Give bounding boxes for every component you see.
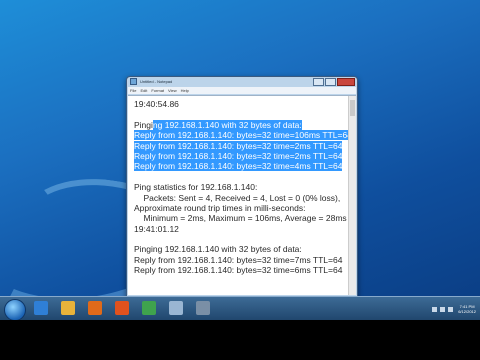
selected-text: Reply from 192.168.1.140: bytes=32 time=… [134, 161, 343, 172]
ie-icon[interactable] [34, 301, 48, 315]
notepad-icon [130, 78, 137, 85]
minimize-button[interactable] [313, 78, 324, 86]
text-line: Pinging 192.168.1.140 with 32 bytes of d… [134, 244, 302, 255]
scrollbar-thumb[interactable] [350, 100, 355, 116]
clock[interactable]: 7:41 PM 6/12/2012 [458, 304, 476, 314]
text-line: Reply from 192.168.1.140: bytes=32 time=… [134, 140, 352, 151]
selected-text: ng 192.168.1.140 with 32 bytes of data: [152, 119, 302, 130]
selected-text: Reply from 192.168.1.140: bytes=32 time=… [134, 150, 343, 161]
menu-bar: File Edit Format View Help [128, 87, 356, 94]
close-button[interactable] [337, 78, 355, 86]
menu-file[interactable]: File [130, 88, 136, 93]
menu-edit[interactable]: Edit [140, 88, 147, 93]
menu-help[interactable]: Help [181, 88, 189, 93]
explorer-icon[interactable] [61, 301, 75, 315]
text-line: Reply from 192.168.1.140: bytes=32 time=… [134, 161, 352, 172]
text-line: Reply from 192.168.1.140: bytes=32 time=… [134, 150, 352, 161]
desktop[interactable]: Untitled - Notepad File Edit Format View… [0, 0, 480, 296]
text-line: 19:40:54.86 [134, 99, 179, 109]
text-line [134, 234, 352, 244]
notepad-icon[interactable] [169, 301, 183, 315]
title-bar[interactable]: Untitled - Notepad [127, 77, 357, 86]
network-icon[interactable] [432, 306, 438, 312]
text-line: Minimum = 2ms, Maximum = 106ms, Average … [134, 213, 347, 224]
chrome-icon[interactable] [142, 301, 156, 315]
text-line: Reply from 192.168.1.140: bytes=32 time=… [134, 130, 352, 141]
menu-format[interactable]: Format [151, 88, 164, 93]
vertical-scrollbar[interactable] [348, 96, 356, 295]
start-button[interactable] [4, 299, 26, 321]
selected-text: Reply from 192.168.1.140: bytes=32 time=… [134, 130, 352, 141]
taskbar: 7:41 PM 6/12/2012 [0, 296, 480, 321]
media-player-icon[interactable] [88, 301, 102, 315]
screen: Untitled - Notepad File Edit Format View… [0, 0, 480, 360]
text-line [134, 109, 352, 119]
letterbox [0, 320, 480, 360]
text-line [134, 172, 352, 182]
clock-date: 6/12/2012 [458, 309, 476, 314]
text-line: Ping statistics for 192.168.1.140: [134, 182, 258, 193]
text-line: Reply from 192.168.1.140: bytes=32 time=… [134, 265, 343, 276]
text-editor[interactable]: 19:40:54.86 Pinging 192.168.1.140 with 32… [128, 95, 356, 295]
notepad-window[interactable]: Untitled - Notepad File Edit Format View… [126, 76, 358, 296]
window-title: Untitled - Notepad [140, 79, 173, 84]
text-line: Approximate round trip times in milli-se… [134, 202, 306, 213]
text-line: 19:41:01.12 [134, 223, 179, 234]
unselected-text: Pingi [134, 119, 153, 130]
editor-text[interactable]: 19:40:54.86 Pinging 192.168.1.140 with 32… [134, 99, 352, 276]
maximize-button[interactable] [325, 78, 336, 86]
text-line: Pinging 192.168.1.140 with 32 bytes of d… [134, 119, 352, 130]
flag-icon[interactable] [448, 306, 454, 312]
firefox-icon[interactable] [115, 301, 129, 315]
volume-icon[interactable] [440, 306, 446, 312]
selected-text: Reply from 192.168.1.140: bytes=32 time=… [134, 140, 343, 151]
app-icon[interactable] [196, 301, 210, 315]
text-line: Packets: Sent = 4, Received = 4, Lost = … [134, 192, 341, 203]
menu-view[interactable]: View [168, 88, 177, 93]
window-controls [312, 78, 355, 86]
text-line: Reply from 192.168.1.140: bytes=32 time=… [134, 254, 343, 265]
system-tray: 7:41 PM 6/12/2012 [386, 297, 480, 321]
